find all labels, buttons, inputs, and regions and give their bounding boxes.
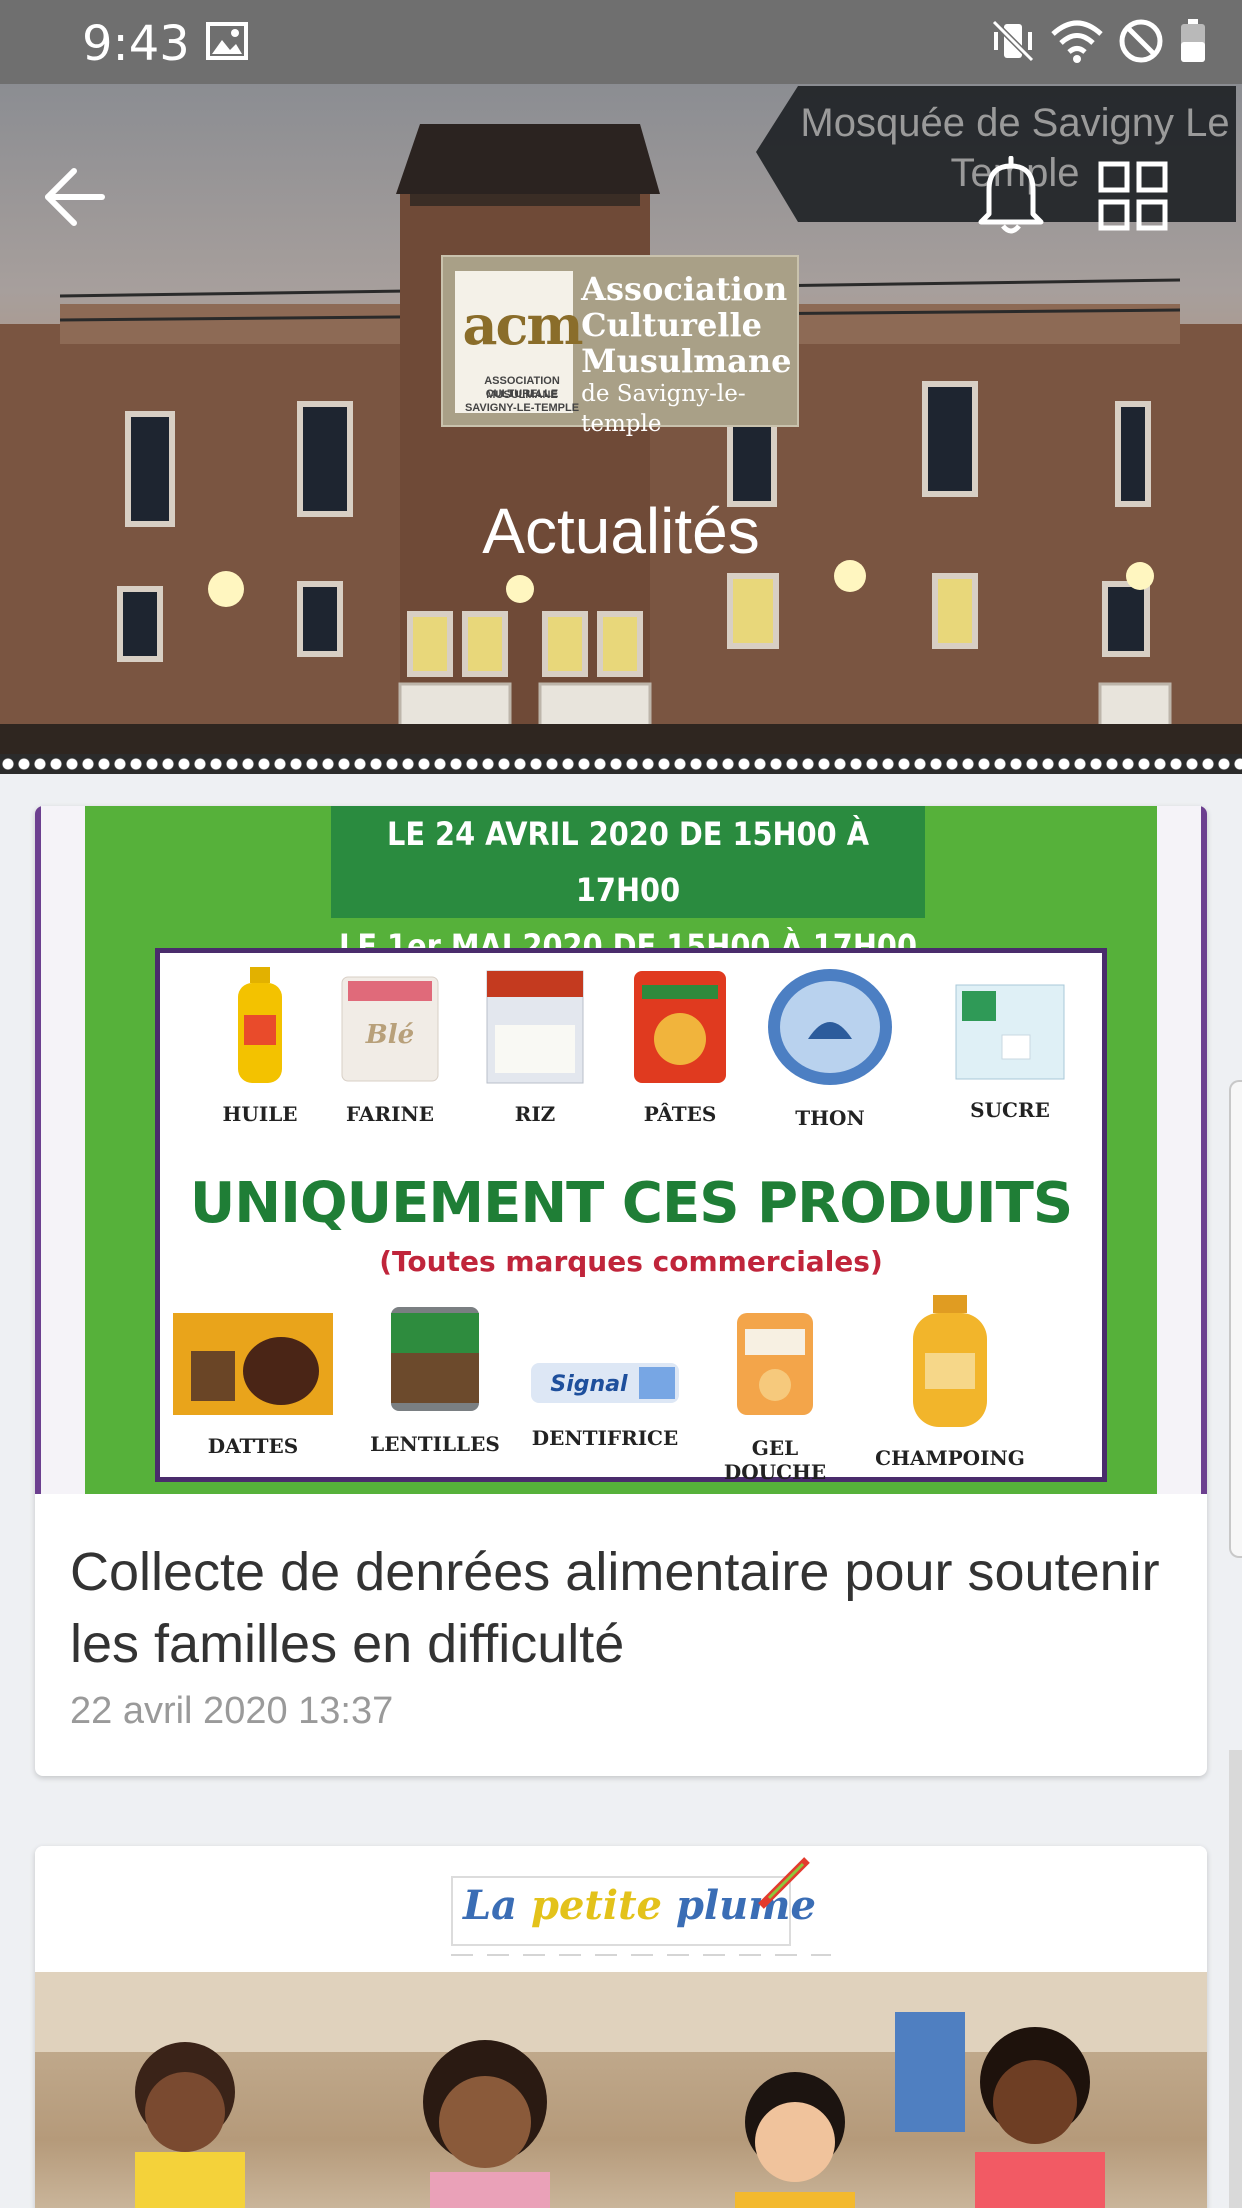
logo-word: petite: [530, 1882, 662, 1929]
pasta-pack-icon: [634, 971, 726, 1083]
site-nav-strip: [451, 1954, 831, 1956]
product-label: CHAMPOING: [875, 1446, 1025, 1470]
acm-logo-text: Association Culturelle Musulmane de Savi…: [581, 270, 797, 437]
app-screen: 9:43 Mosquée de Savigny Le Temple acm AS…: [0, 0, 1242, 2208]
svg-text:Signal: Signal: [550, 1372, 628, 1397]
children-classroom-photo: [35, 1972, 1207, 2208]
grid-menu-icon[interactable]: [1097, 160, 1169, 232]
vibrate-icon: [991, 19, 1035, 63]
back-arrow-icon[interactable]: [40, 162, 110, 232]
scrollbar-thumb[interactable]: [1229, 1080, 1242, 1558]
product-pates: PÂTES: [615, 969, 745, 1126]
battery-icon: [1181, 19, 1205, 62]
acm-logo-letters: acm: [462, 293, 583, 357]
page-title: Actualités: [482, 495, 760, 567]
product-label: FARINE: [345, 1102, 435, 1126]
svg-text:Blé: Blé: [365, 1020, 414, 1050]
gallery-icon: [206, 22, 248, 60]
hero-header: Mosquée de Savigny Le Temple acm ASSOCIA…: [0, 84, 1242, 774]
shampoo-bottle-icon: [913, 1295, 987, 1427]
poster-dates: LE 24 AVRIL 2020 DE 15H00 À 17H00 LE 1er…: [331, 806, 925, 965]
logo-line-1: Association: [581, 270, 788, 308]
product-label: GEL DOUCHE: [723, 1436, 827, 1484]
poster-product-box: HUILE Blé FARINE RIZ PÂTES THON SUCRE UN…: [155, 948, 1107, 1484]
logo-line-3: Musulmane: [581, 342, 792, 380]
scrollbar-track[interactable]: [1229, 1750, 1242, 2208]
sugar-box-icon: [955, 984, 1065, 1080]
logo-line-4: de Savigny-le-temple: [581, 381, 746, 437]
poster-subline: (Toutes marques commerciales): [379, 1245, 883, 1278]
product-champoing: CHAMPOING: [865, 1293, 1035, 1470]
poster-border: [35, 806, 41, 1494]
status-bar: 9:43: [0, 0, 1242, 84]
product-thon: THON: [760, 965, 900, 1130]
product-label: LENTILLES: [370, 1432, 500, 1456]
poster-border: [1201, 806, 1207, 1494]
dates-box-icon: [173, 1313, 333, 1415]
product-huile: HUILE: [200, 965, 320, 1126]
product-label: SUCRE: [970, 1098, 1050, 1122]
poster-date-line-1: LE 24 AVRIL 2020 DE 15H00 À 17H00: [387, 815, 869, 909]
product-label: DENTIFRICE: [531, 1426, 679, 1450]
product-gel-douche: GEL DOUCHE: [700, 1309, 850, 1484]
post-image: LE 24 AVRIL 2020 DE 15H00 À 17H00 LE 1er…: [35, 806, 1207, 1494]
acm-logo-subtext-2: MUSULMANE SAVIGNY-LE-TEMPLE: [464, 389, 580, 414]
post-date: 22 avril 2020 13:37: [70, 1690, 394, 1732]
acm-logo: acm ASSOCIATION CULTURELLE MUSULMANE SAV…: [441, 255, 799, 437]
product-lentilles: LENTILLES: [365, 1303, 505, 1456]
post-image-header: La petite plume: [35, 1846, 1207, 1972]
rice-box-icon: [486, 970, 584, 1084]
tuna-can-icon: [768, 969, 892, 1085]
logo-line-2: Culturelle: [581, 306, 762, 344]
product-dentifrice: Signal DENTIFRICE: [525, 1353, 685, 1450]
pencil-icon: [758, 1857, 810, 1909]
wifi-icon: [1051, 20, 1103, 63]
product-label: DATTES: [207, 1434, 299, 1458]
logo-word: La: [463, 1882, 518, 1929]
product-label: HUILE: [222, 1102, 298, 1126]
product-riz: RIZ: [480, 969, 590, 1126]
lentils-can-icon: [391, 1307, 479, 1411]
toothpaste-icon: Signal: [531, 1363, 679, 1403]
product-sucre: SUCRE: [950, 983, 1070, 1122]
notification-bell-icon[interactable]: [975, 156, 1047, 236]
news-card[interactable]: La petite plume: [35, 1846, 1207, 2208]
product-label: THON: [795, 1106, 865, 1130]
product-dattes: DATTES: [168, 1311, 338, 1458]
news-card[interactable]: LE 24 AVRIL 2020 DE 15H00 À 17H00 LE 1er…: [35, 806, 1207, 1776]
status-time: 9:43: [82, 16, 190, 72]
do-not-disturb-icon: [1119, 19, 1163, 63]
product-label: RIZ: [514, 1102, 556, 1126]
flour-bag-icon: Blé: [341, 976, 439, 1082]
acm-logo-mark: acm ASSOCIATION CULTURELLE MUSULMANE SAV…: [455, 271, 584, 414]
oil-bottle-icon: [238, 967, 282, 1083]
status-icons: [990, 18, 1208, 64]
poster-headline: UNIQUEMENT CES PRODUITS: [189, 1171, 1073, 1236]
product-label: PÂTES: [643, 1102, 717, 1126]
hero-scalloped-edge: [0, 754, 1242, 774]
post-title[interactable]: Collecte de denrées alimentaire pour sou…: [70, 1536, 1170, 1680]
shower-gel-icon: [737, 1313, 813, 1415]
product-farine: Blé FARINE: [325, 973, 455, 1126]
